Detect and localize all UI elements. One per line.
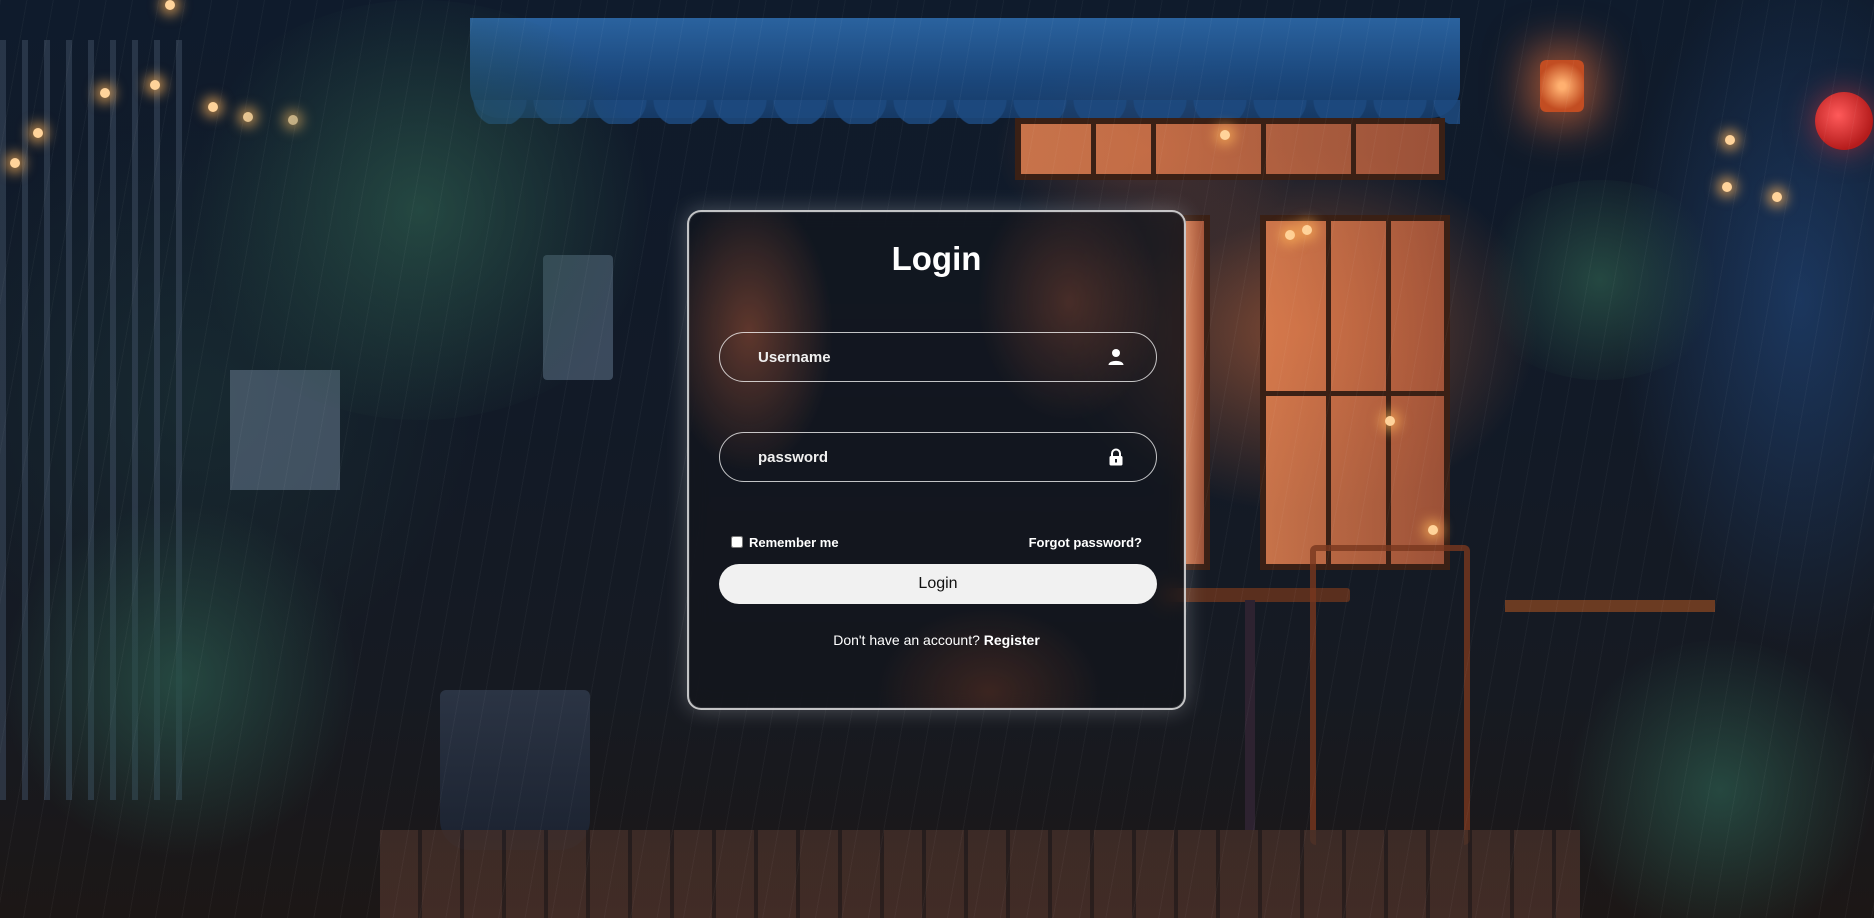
remember-label: Remember me xyxy=(749,534,839,550)
login-title: Login xyxy=(891,240,982,277)
password-field xyxy=(719,432,1157,482)
password-input[interactable] xyxy=(720,433,1106,481)
remember-me[interactable]: Remember me xyxy=(731,535,839,550)
forgot-password-link[interactable]: Forgot password? xyxy=(1029,535,1142,550)
username-input[interactable] xyxy=(720,333,1106,381)
register-prompt: Don't have an account? xyxy=(833,632,980,648)
login-button[interactable]: Login xyxy=(719,564,1157,604)
login-card: Login Remember me Forgot password? Login xyxy=(687,210,1186,710)
register-link[interactable]: Register xyxy=(984,632,1040,648)
register-line: Don't have an account? Register xyxy=(689,632,1184,648)
options-row: Remember me Forgot password? xyxy=(731,532,1142,552)
lock-icon xyxy=(1106,447,1126,467)
user-icon xyxy=(1106,347,1126,367)
username-field xyxy=(719,332,1157,382)
remember-checkbox[interactable] xyxy=(731,536,743,548)
